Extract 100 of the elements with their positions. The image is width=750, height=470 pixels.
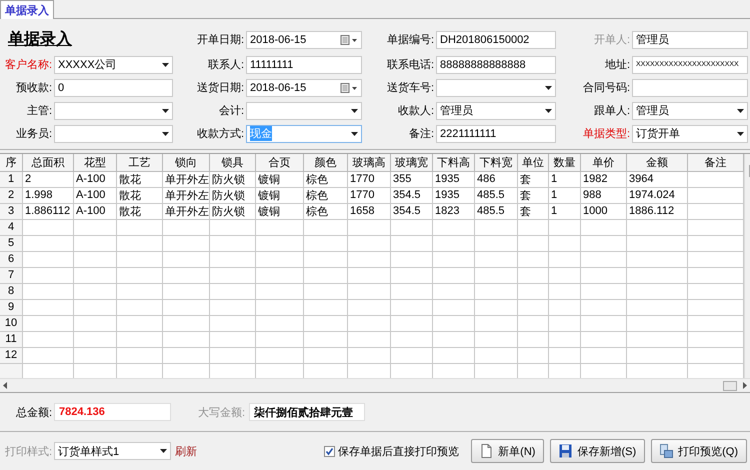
table-cell: 套 xyxy=(518,203,548,220)
table-cell: 988 xyxy=(580,187,626,204)
column-header[interactable]: 单价 xyxy=(580,154,626,172)
input-field[interactable]: 7824.136 xyxy=(54,403,171,422)
row-header: 9 xyxy=(0,299,22,316)
column-header[interactable]: 花型 xyxy=(74,154,116,172)
table-cell: 棕色 xyxy=(304,171,348,188)
checkbox[interactable] xyxy=(324,446,336,457)
input-field[interactable] xyxy=(632,78,748,97)
table-cell: A-100 xyxy=(74,187,116,204)
table-cell: 棕色 xyxy=(304,187,348,204)
scroll-right-icon xyxy=(743,382,747,390)
column-header[interactable]: 工艺 xyxy=(116,154,162,172)
dropdown[interactable] xyxy=(246,102,362,120)
row-header: 7 xyxy=(0,267,22,284)
field-label: 收款方式: xyxy=(196,126,245,142)
table-cell: 镀铜 xyxy=(256,187,304,204)
input-field[interactable]: 0 xyxy=(54,78,173,97)
row-header: 6 xyxy=(0,251,22,268)
row-header: 8 xyxy=(0,283,22,300)
column-header[interactable]: 下料高 xyxy=(432,154,474,172)
table-cell: 防火锁 xyxy=(210,203,256,220)
table-cell: 3964 xyxy=(626,171,688,188)
table-cell: A-100 xyxy=(74,203,116,220)
column-header[interactable]: 下料宽 xyxy=(474,154,518,172)
button[interactable]: 保存新增(S) xyxy=(550,439,646,464)
table-cell: 1.998 xyxy=(22,187,74,204)
field-label: 备注: xyxy=(408,126,435,142)
column-header[interactable]: 锁向 xyxy=(162,154,210,172)
column-header[interactable]: 单位 xyxy=(518,154,548,172)
dropdown-arrow-icon xyxy=(737,108,744,113)
calendar-icon xyxy=(340,34,358,45)
input-field[interactable]: 管理员 xyxy=(632,30,748,49)
table-cell: 套 xyxy=(518,187,548,204)
field-label: 地址: xyxy=(604,58,631,72)
table-cell: 散花 xyxy=(116,203,162,220)
column-header[interactable]: 数量 xyxy=(548,154,580,172)
dropdown[interactable] xyxy=(54,124,173,143)
document-icon xyxy=(480,444,494,458)
table-cell: 355 xyxy=(390,171,432,188)
dropdown-arrow-icon xyxy=(737,132,744,136)
date-picker[interactable]: 2018-06-15 xyxy=(246,78,362,97)
tab[interactable]: 单据录入 xyxy=(0,0,54,19)
dropdown[interactable]: 管理员 xyxy=(436,102,556,120)
input-field[interactable]: 11111111 xyxy=(246,56,362,74)
table-cell: 485.5 xyxy=(474,203,518,220)
input-field[interactable]: 2221111111 xyxy=(436,124,556,143)
table-cell: 354.5 xyxy=(390,203,432,220)
button[interactable]: 打印预览(Q) xyxy=(651,439,747,464)
table-cell: 单开外左 xyxy=(162,187,210,204)
dropdown[interactable]: 订货单样式1 xyxy=(54,442,171,460)
checkbox-label: 保存单据后直接打印预览 xyxy=(338,444,460,459)
print-preview-icon xyxy=(660,444,674,458)
table-cell: 1658 xyxy=(348,203,390,220)
table-cell: 1000 xyxy=(580,203,626,220)
date-picker[interactable]: 2018-06-15 xyxy=(246,30,362,49)
input-field[interactable]: DH201806150002 xyxy=(436,30,556,49)
table-cell: 散花 xyxy=(116,171,162,188)
table-cell: 防火锁 xyxy=(210,187,256,204)
table-cell: 1 xyxy=(548,187,580,204)
field-label: 开单人: xyxy=(592,33,631,48)
horizontal-scrollbar[interactable] xyxy=(0,378,750,392)
column-header[interactable]: 颜色 xyxy=(304,154,348,172)
table-cell: 1823 xyxy=(432,203,474,220)
column-header[interactable]: 金额 xyxy=(626,154,688,172)
table-cell: 散花 xyxy=(116,187,162,204)
table-cell: 镀铜 xyxy=(256,203,304,220)
table-cell: 1770 xyxy=(348,171,390,188)
dropdown[interactable] xyxy=(436,78,556,97)
scroll-thumb[interactable] xyxy=(723,380,737,391)
field-label: 单据类型: xyxy=(582,127,631,142)
column-header[interactable]: 总面积 xyxy=(22,154,74,172)
button[interactable]: 新单(N) xyxy=(471,439,544,464)
table-cell: 1982 xyxy=(580,171,626,188)
column-header[interactable]: 玻璃宽 xyxy=(390,154,432,172)
table-cell: 单开外左 xyxy=(162,171,210,188)
column-header[interactable]: 玻璃高 xyxy=(348,154,390,172)
column-header[interactable]: 锁具 xyxy=(210,154,256,172)
field-label: 客户名称: xyxy=(4,58,53,72)
refresh-link[interactable]: 刷新 xyxy=(175,444,197,459)
dropdown-arrow-icon xyxy=(162,62,169,67)
column-header[interactable]: 备注 xyxy=(688,154,744,172)
dropdown-arrow-icon xyxy=(545,108,552,113)
field-label: 送货车号: xyxy=(386,81,435,96)
field-label: 单据编号: xyxy=(386,33,435,48)
input-field[interactable]: 88888888888888 xyxy=(436,56,556,74)
dropdown[interactable] xyxy=(54,102,173,120)
dropdown-arrow-icon xyxy=(545,86,552,90)
table-cell: 1770 xyxy=(348,187,390,204)
row-header: 10 xyxy=(0,315,22,332)
dropdown[interactable]: 订货开单 xyxy=(632,124,748,143)
column-header[interactable]: 合页 xyxy=(256,154,304,172)
dropdown[interactable]: 管理员 xyxy=(632,102,748,120)
row-header: 11 xyxy=(0,331,22,348)
input-field[interactable]: 柒仟捌佰贰拾肆元壹 xyxy=(249,403,365,422)
table-cell: 1935 xyxy=(432,187,474,204)
dropdown[interactable]: XXXXX公司 xyxy=(54,56,173,74)
field-label: 业务员: xyxy=(14,127,53,142)
column-header[interactable]: 序 xyxy=(0,154,22,172)
table-cell: 485.5 xyxy=(474,187,518,204)
